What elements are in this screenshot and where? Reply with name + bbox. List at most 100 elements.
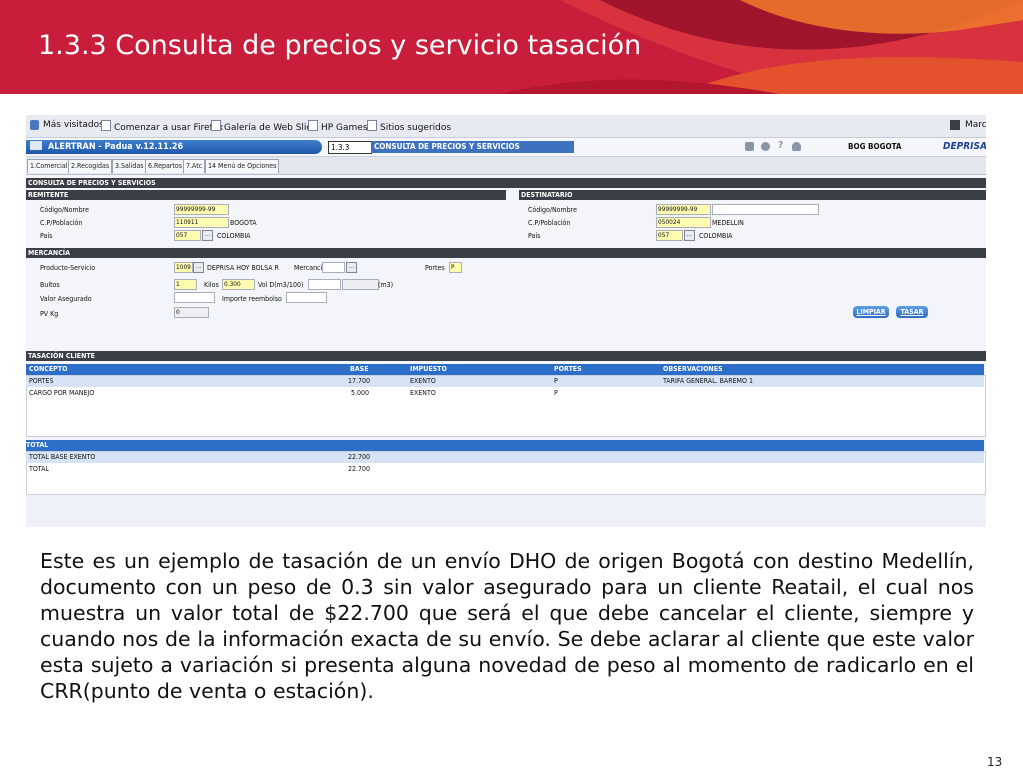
mercancia-field[interactable] (322, 262, 345, 273)
table-row[interactable]: CARGO POR MANEJO 5.000 EXENTO P (26, 388, 984, 399)
table-cell: P (554, 389, 558, 397)
bultos-field[interactable]: 1 (174, 279, 197, 290)
office-city: BOG BOGOTA (848, 142, 902, 151)
remitente-pais-name: COLOMBIA (217, 232, 251, 240)
favorite-link[interactable]: Galería de Web Slice (211, 120, 317, 133)
importe-reembolso-field[interactable] (286, 292, 327, 303)
section-mercancia: MERCANCÍA (26, 248, 986, 258)
tab-salidas[interactable]: 3.Salidas (112, 159, 147, 173)
destinatario-nombre-field[interactable] (712, 204, 819, 215)
column-header: PORTES (554, 365, 582, 373)
table-cell: CARGO POR MANEJO (29, 389, 95, 397)
destinatario-codigo-field[interactable]: 99999999-99 (656, 204, 711, 215)
favorite-link[interactable]: Comenzar a usar Firefox (101, 120, 223, 133)
portes-field[interactable]: P (449, 262, 462, 273)
table-cell: EXENTO (410, 389, 436, 397)
tasacion-table-header: CONCEPTO BASE IMPUESTO PORTES OBSERVACIO… (26, 364, 984, 375)
table-cell: EXENTO (410, 377, 436, 385)
remitente-pais-field[interactable]: 057 (174, 230, 201, 241)
remitente-pais-lookup-button[interactable]: ... (202, 230, 213, 241)
remitente-poblacion: BOGOTA (230, 219, 257, 227)
bookmark-icon[interactable] (950, 120, 960, 130)
table-cell: TARIFA GENERAL. BAREMO 1 (663, 377, 753, 385)
table-cell: TOTAL BASE EXENTO (29, 453, 96, 461)
page-icon (101, 120, 111, 131)
table-row[interactable]: TOTAL BASE EXENTO 22.700 (26, 452, 984, 463)
page-number: 13 (987, 755, 1003, 769)
table-cell: 17.700 (348, 377, 371, 385)
limpiar-button[interactable]: LIMPIAR (853, 306, 889, 318)
favorites-right-label[interactable]: Marc (965, 120, 986, 130)
menu-tabs: 1.Comercial 2.Recogidas 3.Salidas 6.Repa… (26, 157, 986, 175)
destinatario-pais-field[interactable]: 057 (656, 230, 683, 241)
table-cell: P (554, 377, 558, 385)
tab-recogidas[interactable]: 2.Recogidas (68, 159, 113, 173)
column-header: CONCEPTO (29, 365, 68, 373)
tab-comercial[interactable]: 1.Comercial (27, 159, 71, 173)
table-cell: TOTAL (29, 465, 49, 473)
column-header: BASE (350, 365, 369, 373)
tab-menu-opciones[interactable]: 14 Menú de Opciones (205, 159, 280, 173)
page-icon (308, 120, 318, 131)
pv-kg-label: PV Kg (40, 310, 59, 318)
remitente-cp-label: C.P/Población (40, 219, 83, 227)
column-header: IMPUESTO (410, 365, 447, 373)
favorite-link[interactable]: HP Games (308, 120, 368, 133)
valor-asegurado-label: Valor Asegurado (40, 295, 92, 303)
pv-kg-field: 0 (174, 307, 209, 318)
page-icon (211, 120, 221, 131)
favorite-label: HP Games (321, 123, 368, 133)
destinatario-codigo-label: Código/Nombre (528, 206, 577, 214)
destinatario-pais-lookup-button[interactable]: ... (684, 230, 695, 241)
destinatario-cp-label: C.P/Población (528, 219, 571, 227)
favorite-link[interactable]: Más visitados (43, 120, 104, 130)
favorite-link[interactable]: Sitios sugeridos (367, 120, 451, 133)
section-tasacion-cliente: TASACIÓN CLIENTE (26, 351, 986, 361)
volumen-label: Vol D(m3/100) (258, 281, 304, 289)
help-icon[interactable]: ? (778, 140, 783, 151)
mercancia-lookup-button[interactable]: ... (346, 262, 357, 273)
screen-code-field[interactable]: 1.3.3 (328, 141, 372, 154)
page-icon (367, 120, 377, 131)
total-header: TOTAL (26, 440, 984, 451)
producto-servicio-label: Producto-Servicio (40, 264, 96, 272)
destinatario-pais-name: COLOMBIA (699, 232, 733, 240)
slide-body-text: Este es un ejemplo de tasación de un env… (40, 549, 974, 703)
tab-atc[interactable]: 7.Atc (183, 159, 206, 173)
table-row[interactable]: TOTAL 22.700 (26, 464, 984, 475)
m3-field (342, 279, 379, 290)
m3-label: (m3) (378, 281, 394, 289)
producto-code-field[interactable]: 1009 (174, 262, 193, 273)
remitente-codigo-field[interactable]: 99999999-99 (174, 204, 229, 215)
remitente-cp-field[interactable]: 110911 (174, 217, 229, 228)
kilos-label: Kilos (204, 281, 219, 289)
favorites-icon[interactable] (30, 120, 39, 130)
tasar-button[interactable]: TASAR (896, 306, 928, 318)
volumen-field[interactable] (308, 279, 341, 290)
tab-repartos[interactable]: 6.Repartos (145, 159, 185, 173)
destinatario-poblacion: MEDELLIN (712, 219, 744, 227)
slide-header-banner: 1.3.3 Consulta de precios y servicio tas… (0, 0, 1023, 94)
table-cell: 22.700 (348, 453, 371, 461)
user-icon[interactable] (792, 142, 801, 151)
app-icon (30, 141, 42, 150)
destinatario-cp-field[interactable]: 050024 (656, 217, 711, 228)
slide-title: 1.3.3 Consulta de precios y servicio tas… (38, 30, 642, 61)
importe-reembolso-label: Importe reembolso (222, 295, 282, 303)
table-row[interactable]: PORTES 17.700 EXENTO P TARIFA GENERAL. B… (26, 376, 984, 387)
kilos-field[interactable]: 0.300 (222, 279, 255, 290)
app-title-text: ALERTRAN - Padua v.12.11.26 (48, 142, 184, 152)
app-screenshot: Más visitados Comenzar a usar Firefox Ga… (26, 115, 986, 527)
clock-icon[interactable] (761, 142, 770, 151)
screen-name: CONSULTA DE PRECIOS Y SERVICIOS (371, 141, 574, 153)
table-cell: PORTES (29, 377, 54, 385)
section-consulta: CONSULTA DE PRECIOS Y SERVICIOS (26, 178, 986, 188)
calendar-icon[interactable] (745, 142, 754, 151)
favorite-label: Comenzar a usar Firefox (114, 123, 224, 133)
column-header: OBSERVACIONES (663, 365, 723, 373)
section-destinatario: DESTINATARIO (519, 190, 986, 200)
valor-asegurado-field[interactable] (174, 292, 215, 303)
bultos-label: Bultos (40, 281, 60, 289)
portes-label: Portes (425, 264, 445, 272)
producto-lookup-button[interactable]: ... (193, 262, 204, 273)
